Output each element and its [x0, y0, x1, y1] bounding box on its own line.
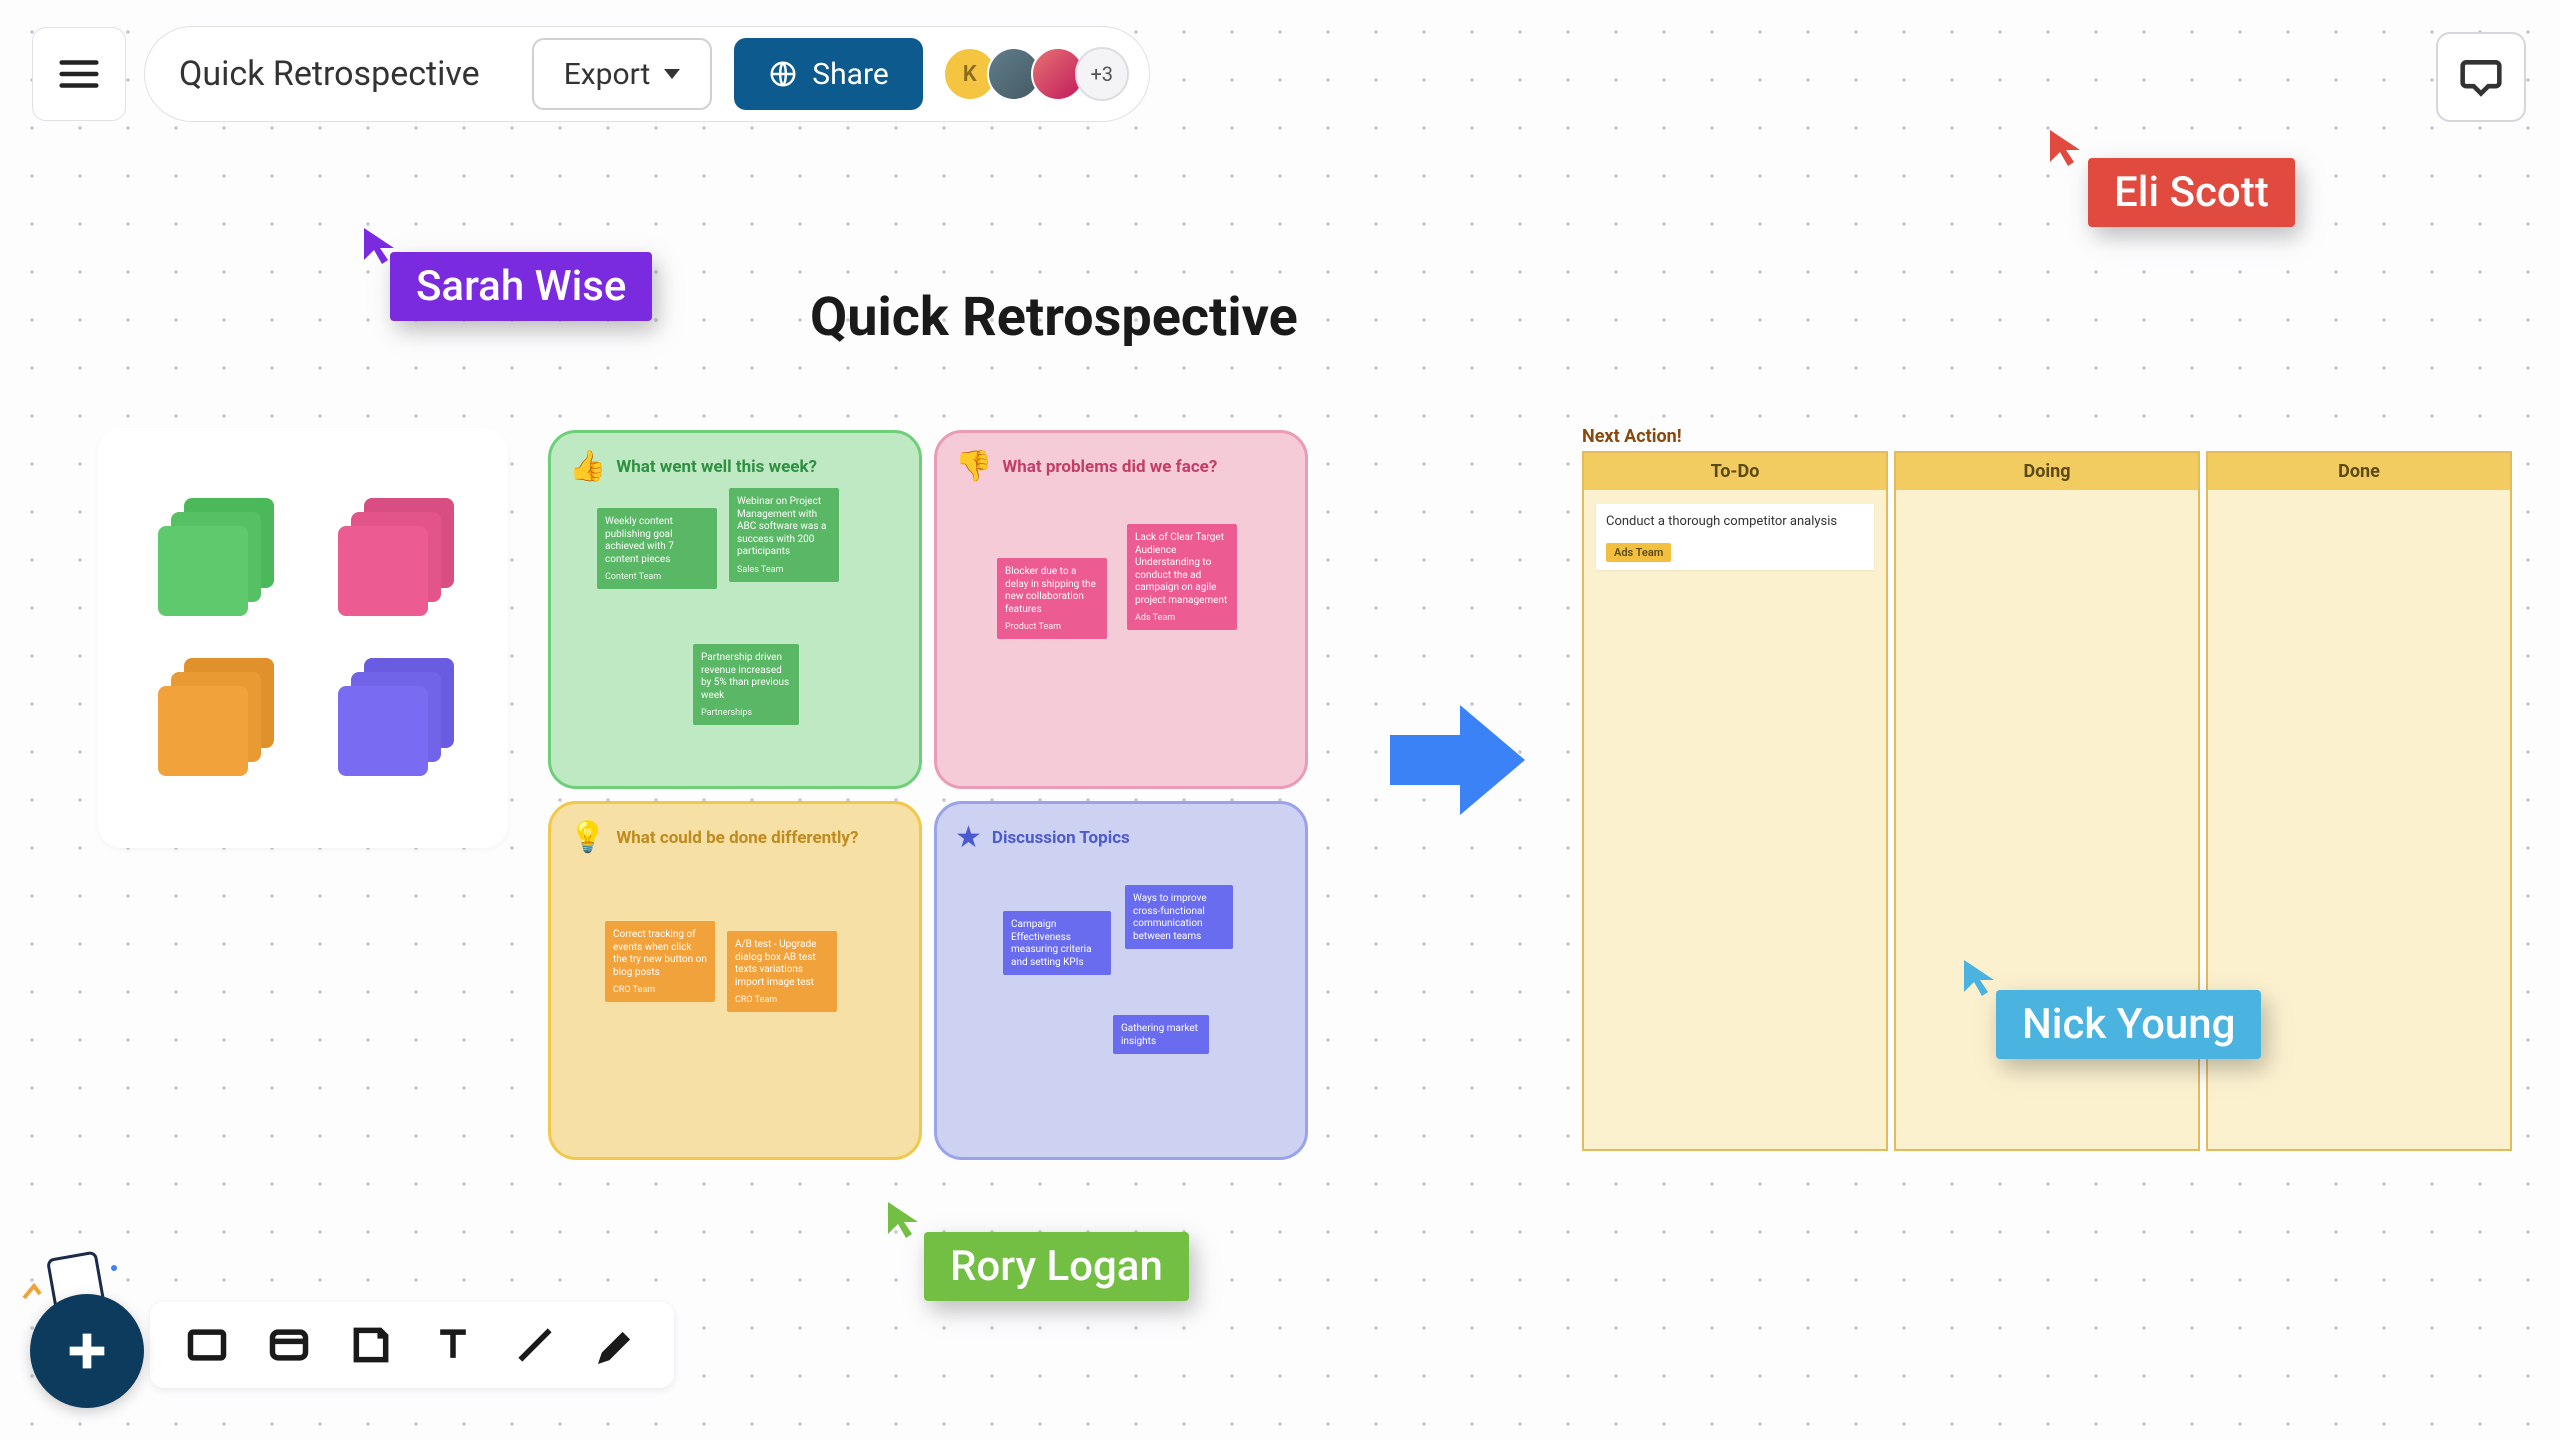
kanban-card-text: Conduct a thorough competitor analysis: [1606, 514, 1864, 529]
sticky-note[interactable]: Gathering market insights: [1113, 1015, 1209, 1054]
text-icon: [431, 1323, 475, 1367]
line-icon: [513, 1323, 557, 1367]
quad-title: What problems did we face?: [1002, 457, 1217, 477]
quad-title: Discussion Topics: [992, 828, 1130, 848]
quad-title: What could be done differently?: [616, 828, 858, 848]
share-button[interactable]: Share: [734, 38, 922, 110]
add-fab[interactable]: [30, 1294, 144, 1408]
hamburger-icon: [56, 51, 102, 97]
sticky-note[interactable]: Partnership driven revenue increased by …: [693, 644, 799, 725]
cursor-label-text: Rory Logan: [924, 1232, 1189, 1301]
tool-highlighter[interactable]: [590, 1318, 644, 1372]
comments-button[interactable]: [2436, 32, 2526, 122]
quad-discussion[interactable]: ★ Discussion Topics Campaign Effectivene…: [934, 801, 1308, 1160]
star-icon: ★: [955, 820, 982, 855]
tool-line[interactable]: [508, 1318, 562, 1372]
cursor-icon: [1960, 956, 2000, 1000]
plus-icon: [61, 1325, 113, 1377]
kanban-card[interactable]: Conduct a thorough competitor analysis A…: [1596, 504, 1874, 570]
lightbulb-icon: 💡: [569, 820, 606, 855]
sticky-stack-purple[interactable]: [338, 658, 448, 778]
arrow-right-icon: [1380, 690, 1530, 830]
tool-text[interactable]: [426, 1318, 480, 1372]
globe-icon: [768, 59, 798, 89]
collaborator-avatars: K +3: [953, 47, 1129, 101]
menu-button[interactable]: [32, 27, 126, 121]
top-bar: Quick Retrospective Export Share K +3: [32, 26, 1150, 122]
document-bar: Quick Retrospective Export Share K +3: [144, 26, 1150, 122]
sticky-note[interactable]: A/B test - Upgrade dialog box AB test te…: [727, 931, 837, 1012]
tool-card[interactable]: [262, 1318, 316, 1372]
sticky-note[interactable]: Lack of Clear Target Audience Understand…: [1127, 524, 1237, 630]
sticky-palette: [98, 428, 508, 848]
export-button[interactable]: Export: [532, 38, 713, 110]
cursor-label-text: Eli Scott: [2088, 158, 2295, 227]
retro-grid: 👍 What went well this week? Weekly conte…: [548, 430, 1308, 1160]
cursor-label-text: Sarah Wise: [390, 252, 652, 321]
kanban-column-header: To-Do: [1584, 453, 1886, 490]
kanban-column-todo[interactable]: To-Do Conduct a thorough competitor anal…: [1582, 451, 1888, 1151]
sticky-note[interactable]: Blocker due to a delay in shipping the n…: [997, 558, 1107, 639]
tool-sticky[interactable]: [344, 1318, 398, 1372]
quad-problems[interactable]: 👎 What problems did we face? Blocker due…: [934, 430, 1308, 789]
quad-title: What went well this week?: [616, 457, 817, 477]
avatar-more[interactable]: +3: [1075, 47, 1129, 101]
chevron-down-icon: [664, 69, 680, 79]
thumbs-up-icon: 👍: [569, 449, 606, 484]
thumbs-down-icon: 👎: [955, 449, 992, 484]
sticky-note[interactable]: Ways to improve cross-functional communi…: [1125, 885, 1233, 949]
sticky-stack-green[interactable]: [158, 498, 268, 618]
cursor-label-text: Nick Young: [1996, 990, 2261, 1059]
sticky-note[interactable]: Campaign Effectiveness measuring criteri…: [1003, 911, 1111, 975]
bottom-toolbar: [150, 1302, 674, 1388]
cursor-icon: [884, 1198, 924, 1242]
share-label: Share: [812, 57, 888, 92]
export-label: Export: [564, 57, 651, 92]
cursor-icon: [2046, 126, 2086, 170]
highlighter-icon: [595, 1323, 639, 1367]
kanban-column-header: Done: [2208, 453, 2510, 490]
sticky-stack-orange[interactable]: [158, 658, 268, 778]
kanban-card-tag: Ads Team: [1606, 543, 1671, 562]
sticky-note-icon: [349, 1323, 393, 1367]
sticky-note[interactable]: Weekly content publishing goal achieved …: [597, 508, 717, 589]
rectangle-icon: [185, 1323, 229, 1367]
kanban-title: Next Action!: [1582, 426, 2512, 447]
quad-went-well[interactable]: 👍 What went well this week? Weekly conte…: [548, 430, 922, 789]
document-title[interactable]: Quick Retrospective: [179, 54, 510, 94]
kanban-column-header: Doing: [1896, 453, 2198, 490]
canvas-title: Quick Retrospective: [810, 286, 1298, 349]
sticky-note[interactable]: Correct tracking of events when click th…: [605, 921, 715, 1002]
sticky-note[interactable]: Webinar on Project Management with ABC s…: [729, 488, 839, 582]
quad-improve[interactable]: 💡 What could be done differently? Correc…: [548, 801, 922, 1160]
tool-rectangle[interactable]: [180, 1318, 234, 1372]
sticky-stack-pink[interactable]: [338, 498, 448, 618]
chat-bubble-icon: [2459, 55, 2503, 99]
card-icon: [267, 1323, 311, 1367]
